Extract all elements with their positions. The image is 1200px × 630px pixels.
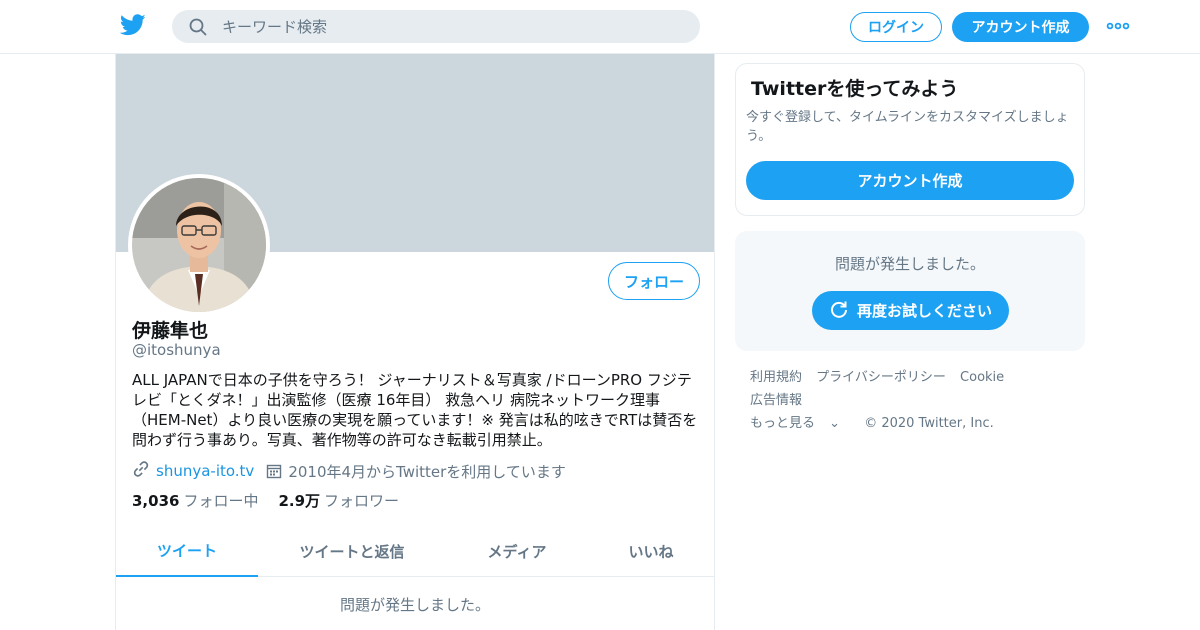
footer-link-more[interactable]: もっと見る ⌄	[750, 416, 850, 431]
search-input[interactable]	[222, 10, 682, 43]
profile-handle: @itoshunya	[132, 341, 221, 359]
calendar-icon	[266, 463, 282, 479]
tab-tweets[interactable]: ツイート	[116, 526, 258, 577]
error-card-message: 問題が発生しました。	[834, 255, 985, 273]
signup-button[interactable]: アカウント作成	[952, 12, 1089, 42]
profile-website-link[interactable]: shunya-ito.tv	[156, 462, 254, 480]
refresh-icon	[829, 299, 857, 323]
profile-bio: ALL JAPANで日本の子供を守ろう！ ジャーナリスト＆写真家 /ドローンPR…	[132, 371, 698, 449]
profile-tabs: ツイート ツイートと返信 メディア いいね	[116, 526, 714, 577]
profile-column: フォロー 伊藤隼也 @itoshunya ALL JAPANで日本の子供を守ろう…	[115, 54, 715, 630]
retry-label: 再度お試しください	[856, 302, 992, 320]
tab-media[interactable]: メディア	[446, 526, 588, 577]
tab-likes[interactable]: いいね	[588, 526, 714, 577]
link-icon	[132, 460, 150, 482]
signup-card-description: 今すぐ登録して、タイムラインをカスタマイズしましょう。	[746, 110, 1069, 144]
joined-date: 2010年4月からTwitterを利用しています	[288, 462, 566, 481]
retry-button[interactable]: 再度お試しください	[812, 291, 1009, 330]
signup-card-title: Twitterを使ってみよう	[751, 78, 959, 100]
top-navigation-bar: ログイン アカウント作成	[0, 0, 1200, 54]
avatar[interactable]	[128, 174, 270, 316]
footer-link-terms[interactable]: 利用規約	[750, 370, 802, 385]
chevron-down-icon: ⌄	[825, 416, 841, 431]
follow-button[interactable]: フォロー	[608, 262, 700, 300]
profile-name: 伊藤隼也	[132, 320, 209, 342]
search-bar	[172, 10, 700, 43]
footer-link-privacy[interactable]: プライバシーポリシー	[816, 370, 946, 385]
login-button[interactable]: ログイン	[850, 12, 942, 42]
followers-stat[interactable]: 2.9万 フォロワー	[278, 490, 399, 511]
signup-card: Twitterを使ってみよう 今すぐ登録して、タイムラインをカスタマイズしましょ…	[735, 63, 1085, 216]
footer-copyright: © 2020 Twitter, Inc.	[864, 416, 994, 431]
following-stat[interactable]: 3,036 フォロー中	[132, 490, 258, 511]
timeline-error-message: 問題が発生しました。	[339, 596, 490, 614]
tab-tweets-and-replies[interactable]: ツイートと返信	[258, 526, 446, 577]
search-icon	[189, 18, 207, 36]
footer-link-ads[interactable]: 広告情報	[750, 393, 802, 408]
error-card: 問題が発生しました。 再度お試しください	[735, 231, 1085, 351]
profile-stats: 3,036 フォロー中 2.9万 フォロワー	[132, 490, 399, 511]
signup-card-button[interactable]: アカウント作成	[746, 161, 1074, 200]
footer-links: 利用規約 プライバシーポリシー Cookie 広告情報 もっと見る ⌄ © 20…	[750, 366, 1080, 435]
more-dots-icon[interactable]	[1106, 18, 1130, 34]
footer-link-cookie[interactable]: Cookie	[960, 370, 1004, 385]
twitter-bird-icon[interactable]	[119, 14, 146, 38]
profile-meta: shunya-ito.tv 2010年4月からTwitterを利用しています	[132, 460, 566, 482]
